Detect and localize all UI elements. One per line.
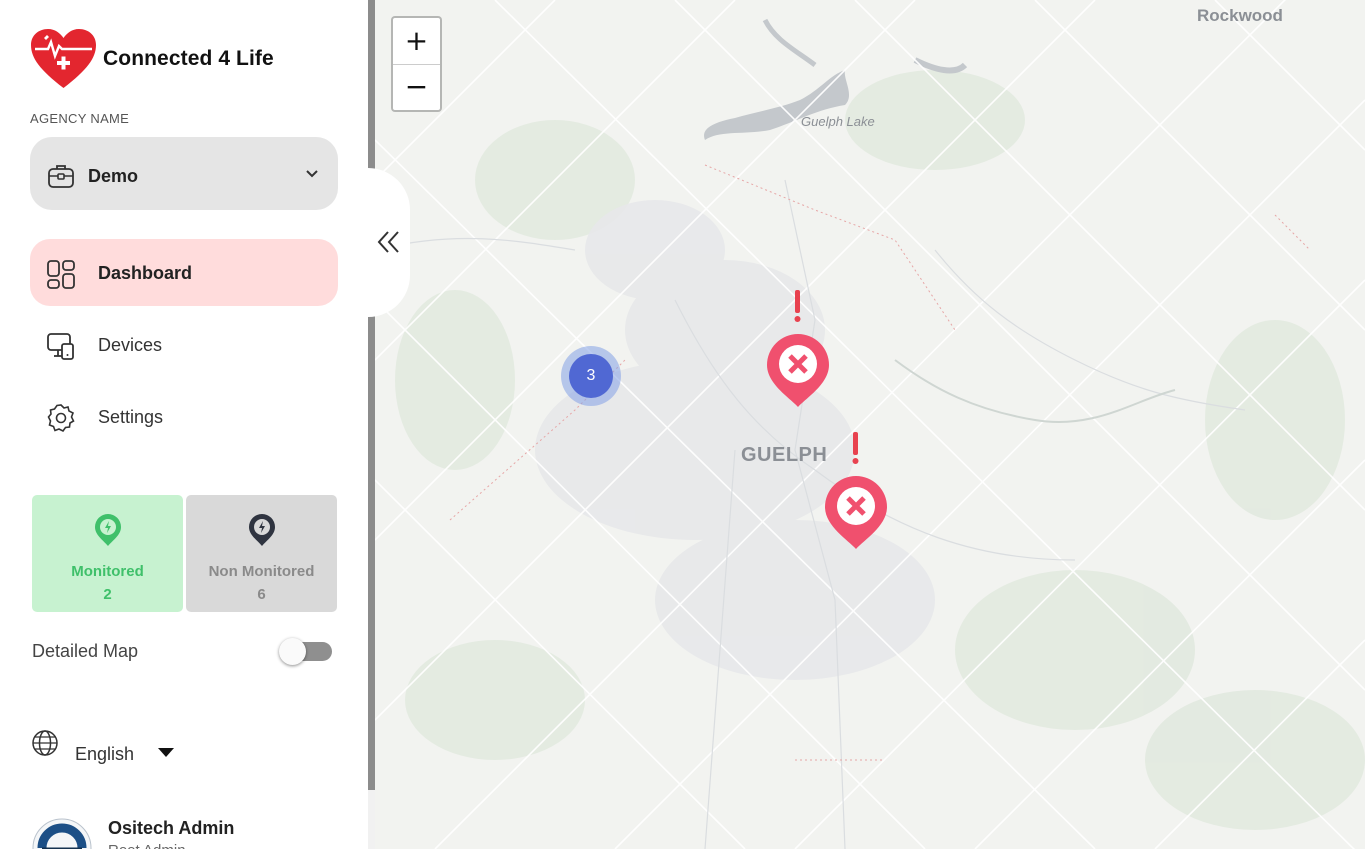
non-monitored-card[interactable]: Non Monitored 6 bbox=[186, 495, 337, 612]
zoom-control: + − bbox=[391, 16, 442, 112]
gear-icon bbox=[46, 403, 76, 438]
heart-logo-icon bbox=[31, 29, 96, 88]
devices-icon bbox=[46, 331, 76, 366]
brand-name: Connected 4 Life bbox=[103, 47, 274, 70]
agency-select[interactable]: Demo bbox=[30, 137, 338, 210]
alert-marker[interactable] bbox=[822, 430, 890, 557]
double-chevron-left-icon bbox=[377, 230, 401, 259]
nav-item-dashboard[interactable]: Dashboard bbox=[30, 239, 338, 306]
alert-pin-icon bbox=[767, 290, 829, 407]
nav-item-settings[interactable]: Settings bbox=[30, 383, 338, 450]
dashboard-icon bbox=[46, 259, 76, 294]
monitored-count: 2 bbox=[103, 586, 112, 603]
language-select[interactable]: English bbox=[75, 744, 134, 765]
sidebar-scrollbar[interactable] bbox=[368, 0, 375, 790]
map-label-town: Rockwood bbox=[1197, 6, 1283, 25]
user-role: Root Admin bbox=[108, 842, 186, 849]
map-view[interactable]: Guelph Lake GUELPH Rockwood bbox=[375, 0, 1365, 849]
non-monitored-label: Non Monitored bbox=[208, 563, 315, 580]
toggle-knob bbox=[279, 638, 306, 665]
chevron-down-icon bbox=[305, 166, 319, 184]
avatar[interactable] bbox=[32, 818, 92, 849]
non-monitored-pin-icon bbox=[247, 513, 277, 552]
caret-down-icon[interactable] bbox=[158, 748, 174, 757]
sidebar: Connected 4 Life AGENCY NAME Demo Dashbo… bbox=[0, 0, 368, 849]
non-monitored-count: 6 bbox=[257, 586, 266, 603]
map-cluster-marker[interactable]: 3 bbox=[561, 346, 621, 406]
alert-marker[interactable] bbox=[764, 288, 832, 415]
detailed-map-label: Detailed Map bbox=[32, 641, 139, 661]
briefcase-icon bbox=[47, 163, 75, 194]
nav-label-devices: Devices bbox=[98, 335, 163, 355]
nav-label-settings: Settings bbox=[98, 407, 164, 427]
monitored-card[interactable]: Monitored 2 bbox=[32, 495, 183, 612]
detailed-map-toggle[interactable] bbox=[279, 638, 332, 665]
agency-label: AGENCY NAME bbox=[30, 111, 130, 126]
sidebar-scroll-track[interactable] bbox=[368, 790, 375, 849]
cluster-count: 3 bbox=[569, 354, 613, 398]
globe-icon bbox=[31, 729, 59, 762]
collapse-sidebar-button[interactable] bbox=[368, 168, 410, 317]
map-label-city: GUELPH bbox=[741, 444, 828, 466]
nav-item-devices[interactable]: Devices bbox=[30, 311, 338, 378]
monitored-label: Monitored bbox=[71, 563, 144, 580]
zoom-in-button[interactable]: + bbox=[393, 18, 440, 65]
monitored-pin-icon bbox=[93, 513, 123, 552]
brand[interactable]: Connected 4 Life bbox=[30, 28, 274, 90]
agency-selected-value: Demo bbox=[88, 166, 139, 186]
map-label-lake: Guelph Lake bbox=[801, 114, 875, 129]
zoom-out-button[interactable]: − bbox=[393, 64, 440, 110]
nav-label-dashboard: Dashboard bbox=[98, 263, 193, 283]
user-name: Ositech Admin bbox=[108, 818, 235, 838]
alert-pin-icon bbox=[825, 432, 887, 549]
